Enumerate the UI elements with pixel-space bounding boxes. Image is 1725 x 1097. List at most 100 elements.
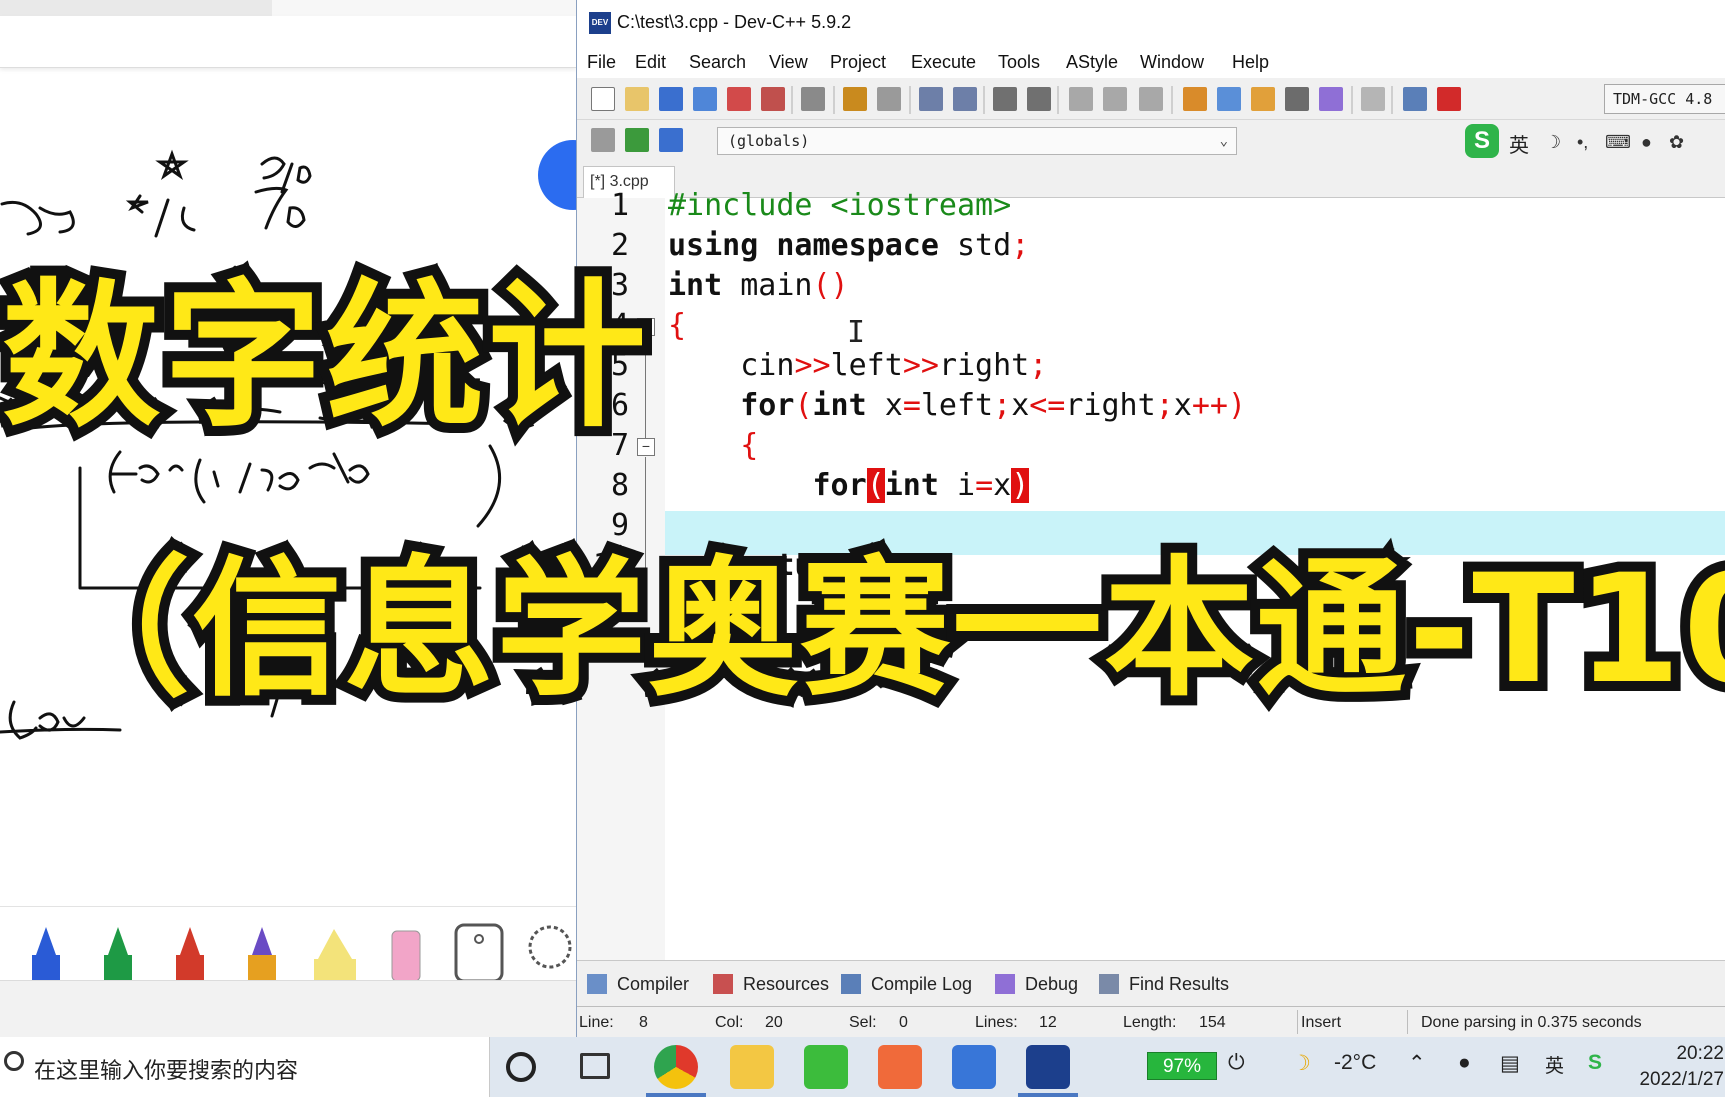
menu-help[interactable]: Help bbox=[1232, 52, 1269, 73]
cortana-icon[interactable] bbox=[506, 1052, 536, 1082]
whiteboard-app-icon[interactable] bbox=[952, 1045, 996, 1089]
punctuation-icon[interactable]: •, bbox=[1577, 132, 1588, 153]
menu-tools[interactable]: Tools bbox=[998, 52, 1040, 73]
chrome-icon[interactable] bbox=[654, 1045, 698, 1089]
moon-icon[interactable]: ☽ bbox=[1545, 132, 1561, 153]
status-lines-value: 12 bbox=[1039, 1014, 1057, 1031]
menu-execute[interactable]: Execute bbox=[911, 52, 976, 73]
resources-icon bbox=[713, 974, 733, 994]
sogou-tray-icon[interactable]: S bbox=[1588, 1051, 1602, 1075]
eraser-icon[interactable] bbox=[391, 930, 421, 982]
sogou-ime-icon[interactable]: S bbox=[1465, 124, 1499, 158]
layout-icon[interactable] bbox=[1251, 87, 1275, 111]
compiler-select[interactable]: TDM-GCC 4.8 bbox=[1604, 84, 1725, 114]
devcpp-app-icon: DEV bbox=[589, 12, 611, 34]
camtasia-green-icon[interactable] bbox=[804, 1045, 848, 1089]
whiteboard-canvas[interactable] bbox=[0, 68, 576, 906]
debug-check-icon bbox=[995, 974, 1015, 994]
chevron-up-icon[interactable]: ⌃ bbox=[1408, 1051, 1426, 1076]
tab-compiler[interactable]: Compiler bbox=[587, 969, 689, 999]
ime-toolbar: S 英 ☽ •, ⌨ ● ✿ bbox=[1465, 124, 1725, 158]
window-icon[interactable] bbox=[1217, 87, 1241, 111]
status-sel-label: Sel: bbox=[849, 1014, 877, 1031]
menu-project[interactable]: Project bbox=[830, 52, 886, 73]
plug-icon: ⏻ bbox=[1228, 1051, 1245, 1074]
undo-icon[interactable] bbox=[843, 87, 867, 111]
battery-indicator[interactable]: 97% bbox=[1147, 1052, 1217, 1080]
taskbar-search[interactable]: 在这里输入你要搜索的内容 bbox=[0, 1037, 490, 1097]
user-icon[interactable]: ● bbox=[1641, 132, 1652, 153]
save-all-icon[interactable] bbox=[693, 87, 717, 111]
close-file-icon[interactable] bbox=[727, 87, 751, 111]
ruler-icon[interactable] bbox=[454, 923, 504, 983]
grid-icon[interactable] bbox=[1285, 87, 1309, 111]
browser-tab[interactable] bbox=[272, 0, 576, 16]
camtasia-orange-icon[interactable] bbox=[878, 1045, 922, 1089]
clock-date: 2022/1/27 bbox=[1639, 1069, 1724, 1090]
tab-resources[interactable]: Resources bbox=[713, 969, 829, 999]
tab-compile-log-label: Compile Log bbox=[871, 974, 973, 994]
close-all-icon[interactable] bbox=[761, 87, 785, 111]
compile-log-icon bbox=[841, 974, 861, 994]
chart-icon[interactable] bbox=[1403, 87, 1427, 111]
stop-icon[interactable] bbox=[1361, 87, 1385, 111]
tab-find-results[interactable]: Find Results bbox=[1099, 969, 1229, 999]
pen-rainbow-icon[interactable] bbox=[248, 927, 276, 981]
clock[interactable]: 20:22 2022/1/27 bbox=[1634, 1041, 1724, 1093]
search-icon bbox=[4, 1051, 24, 1071]
ime-indicator[interactable]: 英 bbox=[1545, 1051, 1564, 1078]
lasso-icon[interactable] bbox=[528, 925, 572, 969]
taskbar: 在这里输入你要搜索的内容 97% ⏻ ☽ -2°C ⌃ ● ▤ 英 S 20:2… bbox=[0, 1037, 1725, 1097]
toggle-panel-icon[interactable] bbox=[659, 128, 683, 152]
delete-profile-icon[interactable] bbox=[1437, 87, 1461, 111]
network-icon[interactable]: ▤ bbox=[1500, 1051, 1520, 1076]
microphone-icon[interactable]: ● bbox=[1458, 1051, 1471, 1075]
menu-view[interactable]: View bbox=[769, 52, 808, 73]
goto-back-icon[interactable] bbox=[1069, 87, 1093, 111]
save-icon[interactable] bbox=[659, 87, 683, 111]
devcpp-taskbar-icon[interactable] bbox=[1026, 1045, 1070, 1089]
code-line-1: #include <iostream> bbox=[668, 188, 1012, 223]
open-file-icon[interactable] bbox=[625, 87, 649, 111]
menu-window[interactable]: Window bbox=[1140, 52, 1204, 73]
pen-green-icon[interactable] bbox=[104, 927, 132, 981]
unindent-icon[interactable] bbox=[1027, 87, 1051, 111]
ime-language-label[interactable]: 英 bbox=[1509, 129, 1529, 158]
tab-debug[interactable]: Debug bbox=[995, 969, 1078, 999]
code-line-7: { bbox=[668, 428, 759, 463]
menu-astyle[interactable]: AStyle bbox=[1066, 52, 1118, 73]
class-browser-icon[interactable] bbox=[591, 128, 615, 152]
indent-icon[interactable] bbox=[993, 87, 1017, 111]
print-icon[interactable] bbox=[801, 87, 825, 111]
temperature[interactable]: -2°C bbox=[1334, 1051, 1376, 1075]
tab-find-results-label: Find Results bbox=[1129, 974, 1230, 994]
main-toolbar: TDM-GCC 4.8 bbox=[577, 78, 1725, 120]
highlighter-icon[interactable] bbox=[314, 929, 356, 981]
new-file-icon[interactable] bbox=[591, 87, 615, 111]
replace-icon[interactable] bbox=[953, 87, 977, 111]
menu-search[interactable]: Search bbox=[689, 52, 746, 73]
find-icon[interactable] bbox=[919, 87, 943, 111]
check-syntax-icon[interactable] bbox=[1319, 87, 1343, 111]
keyboard-icon[interactable]: ⌨ bbox=[1605, 132, 1631, 153]
apps-icon[interactable]: ✿ bbox=[1669, 132, 1684, 153]
menu-edit[interactable]: Edit bbox=[635, 52, 666, 73]
pen-red-icon[interactable] bbox=[176, 927, 204, 981]
bookmark-icon[interactable] bbox=[1139, 87, 1163, 111]
code-line-5: cin>>left>>right; bbox=[668, 348, 1048, 383]
weather-moon-icon[interactable]: ☽ bbox=[1292, 1051, 1311, 1076]
insert-icon[interactable] bbox=[625, 128, 649, 152]
menu-file[interactable]: File bbox=[587, 52, 616, 73]
file-explorer-icon[interactable] bbox=[730, 1045, 774, 1089]
code-line-3: int main() bbox=[668, 268, 849, 303]
goto-forward-icon[interactable] bbox=[1103, 87, 1127, 111]
pen-toolbar bbox=[0, 906, 576, 983]
pen-blue-icon[interactable] bbox=[32, 927, 60, 981]
scope-select[interactable]: (globals) ⌄ bbox=[717, 127, 1237, 155]
new-project-icon[interactable] bbox=[1183, 87, 1207, 111]
task-view-icon[interactable] bbox=[580, 1053, 610, 1079]
redo-icon[interactable] bbox=[877, 87, 901, 111]
tab-compile-log[interactable]: Compile Log bbox=[841, 969, 972, 999]
status-col-value: 20 bbox=[765, 1014, 783, 1031]
overlay-subtitle: （信息学奥赛一本通-T1096） bbox=[30, 533, 1725, 727]
